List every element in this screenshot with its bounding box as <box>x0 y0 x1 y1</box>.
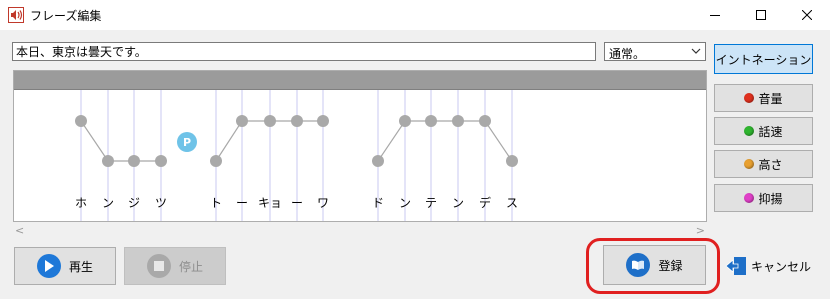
pitch-point[interactable] <box>479 115 491 127</box>
speed-button[interactable]: 話速 <box>714 117 813 145</box>
pitch-dot-icon <box>744 159 755 169</box>
volume-label: 音量 <box>758 91 783 106</box>
pitch-connector <box>377 120 406 162</box>
pitch-point[interactable] <box>236 115 248 127</box>
mora-label: デ <box>479 195 491 210</box>
mora-label: ト <box>210 196 222 210</box>
mora-label: ー <box>291 196 303 210</box>
pitch-point[interactable] <box>372 155 384 167</box>
pitch-connector <box>215 120 243 162</box>
play-label: 再生 <box>68 259 93 274</box>
mora-label: ワ <box>317 196 329 210</box>
mora-label: ジ <box>128 196 140 210</box>
mora-label: ン <box>102 196 114 210</box>
intonation-editor[interactable]: ホンジツトーキョーワドンテンデス P <box>13 70 707 222</box>
mora-label: ー <box>236 196 248 210</box>
cancel-exit-icon <box>725 256 747 276</box>
pitch-point[interactable] <box>452 115 464 127</box>
phrase-text-input[interactable]: 本日、東京は曇天です。 <box>12 42 596 61</box>
play-icon <box>36 254 61 278</box>
pitch-button[interactable]: 高さ <box>714 150 813 178</box>
scroll-right-icon[interactable]: > <box>696 224 705 237</box>
pitch-point[interactable] <box>75 115 87 127</box>
close-icon <box>802 10 812 20</box>
close-button[interactable] <box>784 0 830 30</box>
pitch-point[interactable] <box>425 115 437 127</box>
mora-label: ホ <box>75 196 87 210</box>
mora-label: ツ <box>155 196 167 210</box>
pitch-point[interactable] <box>291 115 303 127</box>
volume-button[interactable]: 音量 <box>714 84 813 112</box>
pitch-point[interactable] <box>128 155 140 167</box>
title-bar: フレーズ編集 <box>0 0 830 30</box>
maximize-icon <box>756 10 766 20</box>
stop-label: 停止 <box>178 259 203 274</box>
mode-dropdown[interactable]: 通常。 <box>604 42 706 61</box>
cancel-button[interactable]: キャンセル <box>720 247 816 285</box>
horizontal-scrollbar[interactable]: < > <box>13 224 707 238</box>
mora-label: ド <box>372 196 384 210</box>
intonation-graph[interactable]: ホンジツトーキョーワドンテンデスP <box>14 71 707 222</box>
register-highlight-outline <box>586 238 720 294</box>
intonation-button[interactable]: イントネーション <box>714 44 813 74</box>
pitch-connector <box>484 120 513 162</box>
mora-label: ス <box>506 196 518 210</box>
scroll-left-icon[interactable]: < <box>15 224 24 237</box>
play-button[interactable]: 再生 <box>14 247 116 285</box>
chevron-down-icon <box>691 48 701 54</box>
speed-dot-icon <box>744 126 755 136</box>
pitch-point[interactable] <box>210 155 222 167</box>
window-title: フレーズ編集 <box>30 9 102 23</box>
mora-label: ン <box>399 196 411 210</box>
cancel-label: キャンセル <box>750 259 811 274</box>
mode-selected-value: 通常。 <box>609 47 646 61</box>
mora-label: テ <box>425 196 437 210</box>
maximize-button[interactable] <box>738 0 784 30</box>
stop-icon <box>146 254 171 278</box>
mora-label: キョ <box>258 196 282 210</box>
app-speaker-icon <box>8 7 24 23</box>
pitch-label: 高さ <box>758 157 783 172</box>
volume-dot-icon <box>744 93 755 103</box>
pitch-point[interactable] <box>264 115 276 127</box>
mora-label: ン <box>452 196 464 210</box>
intonation-label: イントネーション <box>715 52 812 67</box>
phrase-text: 本日、東京は曇天です。 <box>16 45 147 59</box>
speed-label: 話速 <box>758 124 783 139</box>
pitch-connector <box>80 120 109 162</box>
minimize-icon <box>710 15 720 16</box>
inflection-dot-icon <box>744 193 755 203</box>
inflection-label: 抑揚 <box>758 191 783 206</box>
pitch-point[interactable] <box>399 115 411 127</box>
pitch-point[interactable] <box>102 155 114 167</box>
pitch-point[interactable] <box>155 155 167 167</box>
pitch-point[interactable] <box>506 155 518 167</box>
stop-button[interactable]: 停止 <box>124 247 226 285</box>
inflection-button[interactable]: 抑揚 <box>714 184 813 212</box>
minimize-button[interactable] <box>692 0 738 30</box>
pitch-point[interactable] <box>317 115 329 127</box>
pause-marker-label: P <box>183 136 191 149</box>
